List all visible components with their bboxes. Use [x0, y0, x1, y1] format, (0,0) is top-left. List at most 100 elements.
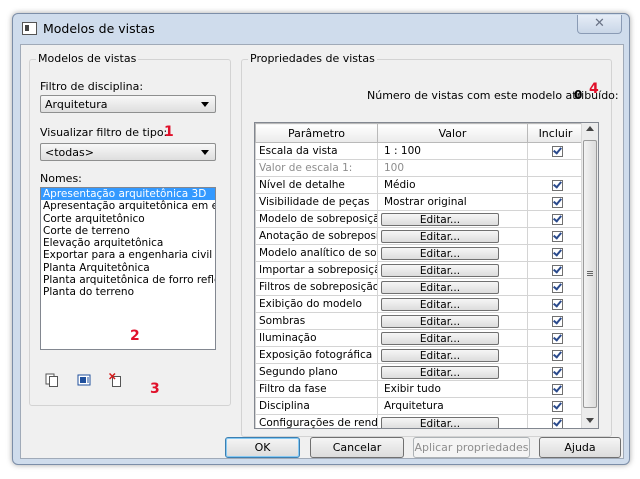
- parameter-value-cell: Editar...: [377, 244, 528, 262]
- include-cell: [527, 227, 584, 245]
- include-checkbox[interactable]: [551, 230, 563, 242]
- table-row[interactable]: Disciplina Arquitetura: [255, 397, 584, 415]
- edit-button[interactable]: Editar...: [381, 315, 499, 328]
- parameter-value[interactable]: Médio: [377, 176, 528, 194]
- discipline-filter-select[interactable]: Arquitetura: [40, 95, 216, 113]
- parameter-name: Escala da vista: [255, 142, 378, 160]
- edit-button[interactable]: Editar...: [381, 247, 499, 260]
- column-header-include[interactable]: Incluir: [527, 123, 584, 143]
- list-item[interactable]: Apresentação arquitetônica em elevação: [41, 200, 215, 212]
- parameter-value-cell: Editar...: [377, 414, 528, 428]
- parameter-name: Sombras: [255, 312, 378, 330]
- include-checkbox[interactable]: [551, 247, 563, 259]
- list-item[interactable]: Planta arquitetônica de forro refletido: [41, 274, 215, 286]
- table-row[interactable]: Filtros de sobreposição Editar...: [255, 278, 584, 296]
- include-checkbox[interactable]: [551, 281, 563, 293]
- table-row[interactable]: Sombras Editar...: [255, 312, 584, 330]
- table-row[interactable]: Nível de detalhe Médio: [255, 176, 584, 194]
- table-row[interactable]: Anotação de sobreposiçãoEditar...: [255, 227, 584, 245]
- names-label: Nomes:: [40, 172, 82, 185]
- scroll-down-arrow-icon[interactable]: [586, 418, 594, 423]
- duplicate-icon[interactable]: [45, 373, 59, 387]
- include-cell: [527, 312, 584, 330]
- edit-button[interactable]: Editar...: [381, 298, 499, 311]
- table-row[interactable]: Modelo analítico de sobreposiçãoEditar..…: [255, 244, 584, 262]
- include-cell: [527, 278, 584, 296]
- parameter-value[interactable]: Mostrar original: [377, 193, 528, 211]
- edit-button[interactable]: Editar...: [381, 417, 499, 428]
- include-checkbox[interactable]: [551, 417, 563, 428]
- include-checkbox[interactable]: [551, 366, 563, 378]
- table-row[interactable]: Modelo de sobreposição Editar...: [255, 210, 584, 228]
- title-bar[interactable]: Modelos de vistas ✕: [13, 14, 629, 44]
- include-checkbox[interactable]: [551, 264, 563, 276]
- edit-button[interactable]: Editar...: [381, 230, 499, 243]
- assigned-views-count-value: 0: [574, 88, 583, 102]
- list-item[interactable]: Corte arquitetônico: [41, 213, 215, 225]
- column-header-parameter[interactable]: Parâmetro: [255, 123, 378, 143]
- parameter-value-cell: Editar...: [377, 261, 528, 279]
- parameter-value[interactable]: Exibir tudo: [377, 380, 528, 398]
- table-row[interactable]: Valor de escala 1: 100: [255, 159, 584, 177]
- edit-button[interactable]: Editar...: [381, 281, 499, 294]
- edit-button[interactable]: Editar...: [381, 366, 499, 379]
- edit-button[interactable]: Editar...: [381, 349, 499, 362]
- ok-button[interactable]: OK: [225, 437, 300, 458]
- list-item[interactable]: Planta Arquitetônica: [41, 262, 215, 274]
- include-checkbox[interactable]: [551, 315, 563, 327]
- parameter-value-cell: Editar...: [377, 210, 528, 228]
- table-row[interactable]: Exibição do modelo Editar...: [255, 295, 584, 313]
- edit-button[interactable]: Editar...: [381, 264, 499, 277]
- cancel-button[interactable]: Cancelar: [310, 437, 404, 458]
- table-row[interactable]: Visibilidade de peças Mostrar original: [255, 193, 584, 211]
- include-checkbox[interactable]: [551, 179, 563, 191]
- names-listbox[interactable]: Apresentação arquitetônica 3D Apresentaçã…: [40, 187, 216, 350]
- delete-icon[interactable]: [109, 373, 123, 387]
- parameter-value[interactable]: 1 : 100: [377, 142, 528, 160]
- include-checkbox[interactable]: [551, 213, 563, 225]
- list-item[interactable]: Corte de terreno: [41, 225, 215, 237]
- help-button[interactable]: Ajuda: [539, 437, 621, 458]
- list-item[interactable]: Apresentação arquitetônica 3D: [41, 188, 215, 201]
- include-checkbox[interactable]: [551, 400, 563, 412]
- scrollbar-thumb[interactable]: [583, 140, 597, 408]
- parameter-name: Disciplina: [255, 397, 378, 415]
- parameter-value[interactable]: Arquitetura: [377, 397, 528, 415]
- include-cell: [527, 380, 584, 398]
- include-checkbox[interactable]: [551, 196, 563, 208]
- app-icon: [22, 22, 37, 35]
- table-row[interactable]: Escala da vista 1 : 100: [255, 142, 584, 160]
- table-row[interactable]: Configurações de renderizaçãoEditar...: [255, 414, 584, 428]
- table-row[interactable]: Iluminação Editar...: [255, 329, 584, 347]
- properties-scrollbar[interactable]: [581, 123, 598, 428]
- parameter-name: Nível de detalhe: [255, 176, 378, 194]
- rename-icon[interactable]: [77, 373, 91, 387]
- include-checkbox[interactable]: [551, 332, 563, 344]
- edit-button[interactable]: Editar...: [381, 332, 499, 345]
- include-cell: [527, 193, 584, 211]
- include-cell: [527, 210, 584, 228]
- table-row[interactable]: Segundo plano Editar...: [255, 363, 584, 381]
- scroll-up-arrow-icon[interactable]: [586, 126, 594, 131]
- table-row[interactable]: Exposição fotográfica Editar...: [255, 346, 584, 364]
- parameter-value: 100: [377, 159, 528, 177]
- include-cell: [527, 329, 584, 347]
- include-checkbox[interactable]: [551, 298, 563, 310]
- close-button[interactable]: ✕: [577, 15, 622, 34]
- table-row[interactable]: Filtro da fase Exibir tudo: [255, 380, 584, 398]
- table-row[interactable]: Importar a sobreposição Editar...: [255, 261, 584, 279]
- parameter-value-cell: Editar...: [377, 363, 528, 381]
- column-header-value[interactable]: Valor: [377, 123, 528, 143]
- apply-properties-button[interactable]: Aplicar propriedades: [413, 437, 530, 458]
- list-item[interactable]: Planta do terreno: [41, 286, 215, 298]
- list-item[interactable]: Exportar para a engenharia civil: [41, 249, 215, 261]
- include-cell: [527, 159, 584, 177]
- include-checkbox[interactable]: [551, 349, 563, 361]
- type-filter-select[interactable]: <todas>: [40, 143, 216, 161]
- include-checkbox[interactable]: [551, 383, 563, 395]
- list-item[interactable]: Elevação arquitetônica: [41, 237, 215, 249]
- parameter-name: Modelo de sobreposição: [255, 210, 378, 228]
- edit-button[interactable]: Editar...: [381, 213, 499, 226]
- chevron-down-icon: [201, 150, 209, 155]
- include-checkbox[interactable]: [551, 145, 563, 157]
